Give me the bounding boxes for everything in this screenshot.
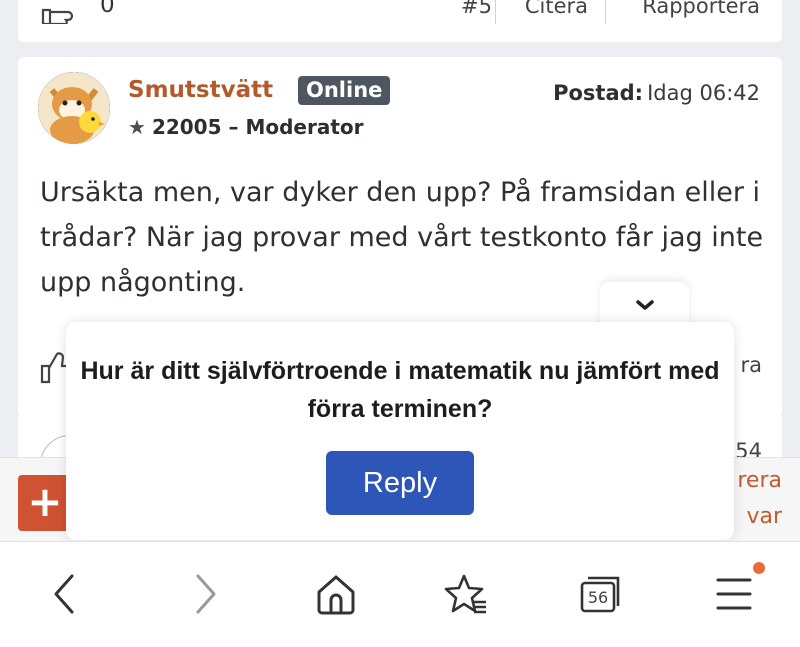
home-icon[interactable] <box>314 572 358 616</box>
post-number[interactable]: #5 <box>461 0 492 18</box>
reply-button[interactable]: Reply <box>326 451 474 515</box>
avatar-image <box>38 72 110 144</box>
user-rank: ★ 22005 – Moderator <box>128 115 364 139</box>
rank-text: 22005 – Moderator <box>151 115 364 139</box>
survey-popup: Hur är ditt självförtroende i matematik … <box>66 322 734 540</box>
quote-link[interactable]: Citera <box>525 0 588 18</box>
username-link[interactable]: Smutstvätt <box>128 77 273 103</box>
menu-icon[interactable] <box>712 572 756 616</box>
notification-dot <box>753 562 765 574</box>
tabs-icon[interactable]: 56 <box>578 572 622 616</box>
posted-time: Idag 06:42 <box>647 81 760 105</box>
previous-post-card: 0 #5 Citera Rapportera <box>18 0 782 42</box>
add-button[interactable]: + <box>18 475 72 531</box>
thumbs-up-icon[interactable] <box>40 0 80 24</box>
posted-label: Postad: <box>553 81 644 105</box>
browser-toolbar: 56 <box>0 541 800 647</box>
tab-count: 56 <box>588 588 608 607</box>
action-link[interactable]: rera <box>737 468 782 493</box>
bookmarks-icon[interactable] <box>444 572 488 616</box>
forward-icon[interactable] <box>182 572 226 616</box>
like-count: 0 <box>100 0 115 18</box>
divider <box>605 0 606 24</box>
post-timestamp: Postad: Idag 06:42 <box>553 81 760 105</box>
online-badge: Online <box>298 76 391 105</box>
plus-icon: + <box>27 477 63 526</box>
survey-question: Hur är ditt självförtroende i matematik … <box>80 357 720 423</box>
back-icon[interactable] <box>44 572 88 616</box>
chevron-down-icon <box>636 300 654 310</box>
report-link[interactable]: ra <box>740 353 762 377</box>
action-link[interactable]: var <box>746 504 782 529</box>
divider <box>495 0 496 24</box>
star-icon: ★ <box>128 115 146 139</box>
avatar[interactable] <box>38 72 110 144</box>
report-link[interactable]: Rapportera <box>642 0 760 18</box>
